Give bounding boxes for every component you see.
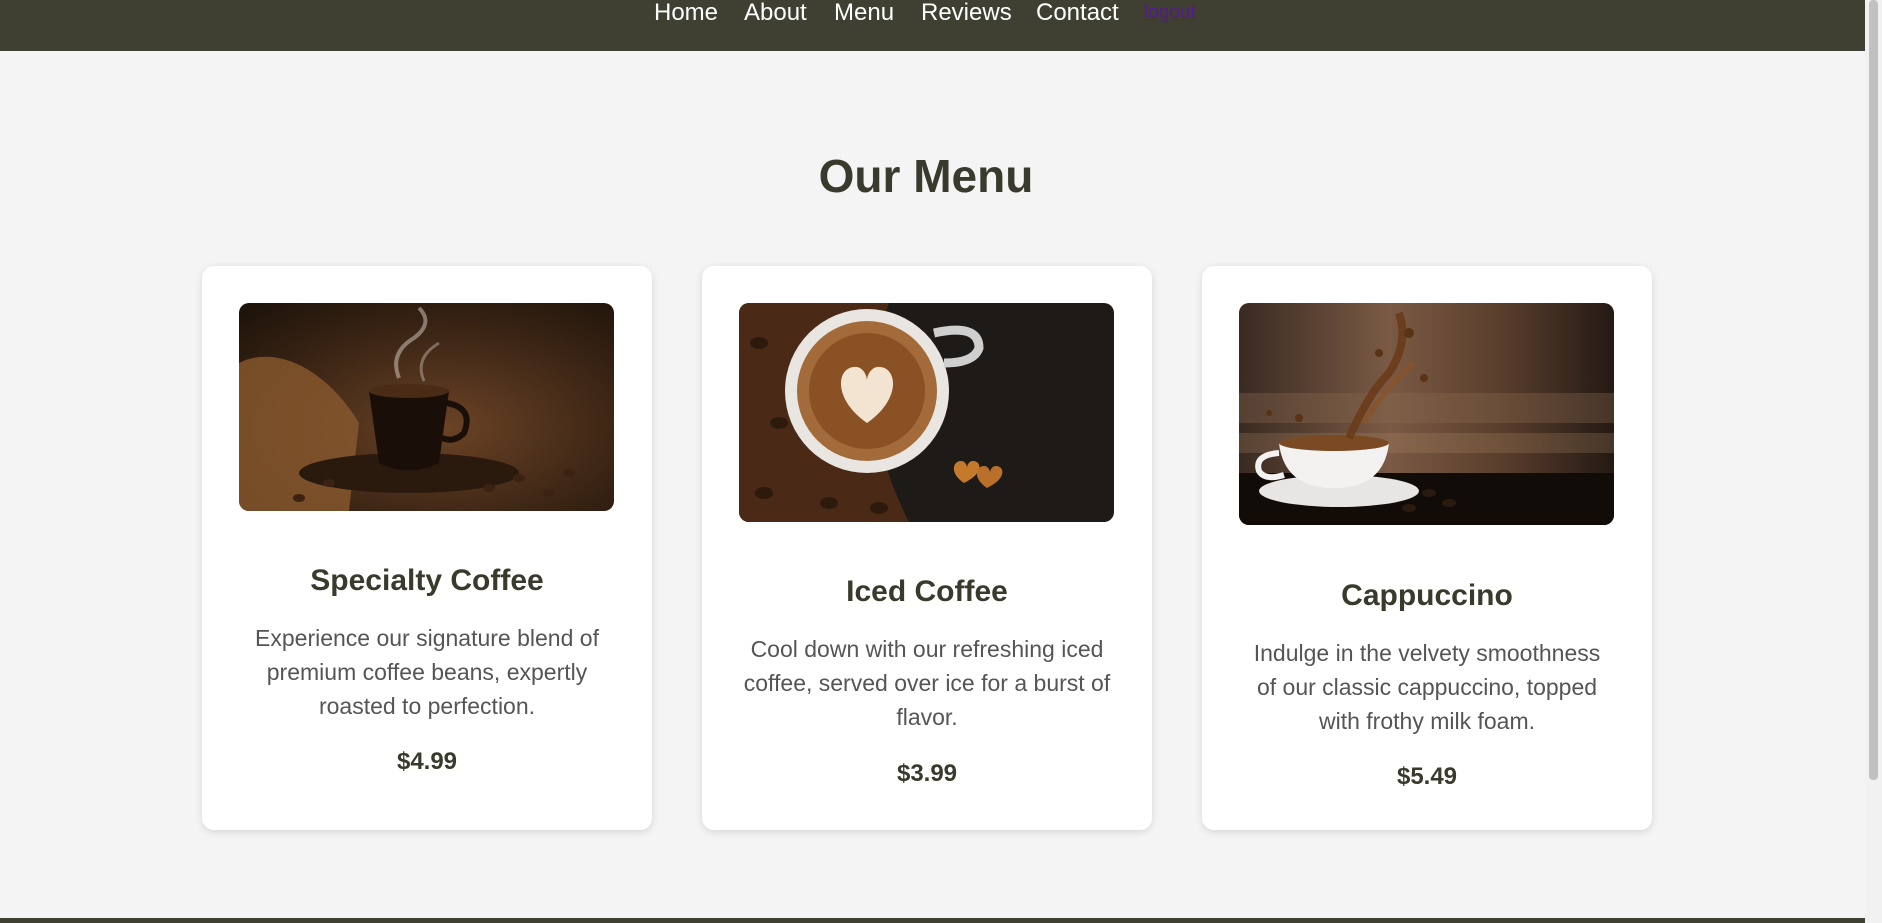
menu-card-cappuccino: Cappuccino Indulge in the velvety smooth… (1202, 266, 1652, 830)
nav-link-menu[interactable]: Menu (834, 0, 894, 26)
footer (0, 918, 1865, 923)
menu-card-iced-coffee: Iced Coffee Cool down with our refreshin… (702, 266, 1152, 830)
item-name: Iced Coffee (846, 575, 1008, 608)
nav-link-about[interactable]: About (744, 0, 807, 26)
nav-link-reviews[interactable]: Reviews (921, 0, 1012, 26)
item-description: Experience our signature blend of premiu… (255, 625, 599, 719)
iced-coffee-image (739, 303, 1114, 522)
item-name: Cappuccino (1341, 579, 1513, 612)
logout-link[interactable]: logout (1144, 3, 1196, 23)
scrollbar-thumb[interactable] (1869, 0, 1878, 780)
nav-link-contact[interactable]: Contact (1036, 0, 1119, 26)
nav-link-home[interactable]: Home (654, 0, 718, 26)
cappuccino-image (1239, 303, 1614, 525)
menu-card-specialty-coffee: Specialty Coffee Experience our signatur… (202, 266, 652, 830)
item-price: $3.99 (896, 760, 958, 787)
item-description: Indulge in the velvety smoothness of our… (1253, 640, 1601, 734)
item-description: Cool down with our refreshing iced coffe… (743, 636, 1111, 730)
top-navbar: Home About Menu Reviews Contact logout (0, 0, 1865, 51)
item-name: Specialty Coffee (310, 564, 544, 597)
vertical-scrollbar[interactable] (1865, 0, 1882, 923)
page-title: Our Menu (818, 150, 1034, 202)
item-price: $5.49 (1396, 763, 1458, 790)
specialty-coffee-image (239, 303, 614, 511)
item-price: $4.99 (396, 748, 458, 775)
